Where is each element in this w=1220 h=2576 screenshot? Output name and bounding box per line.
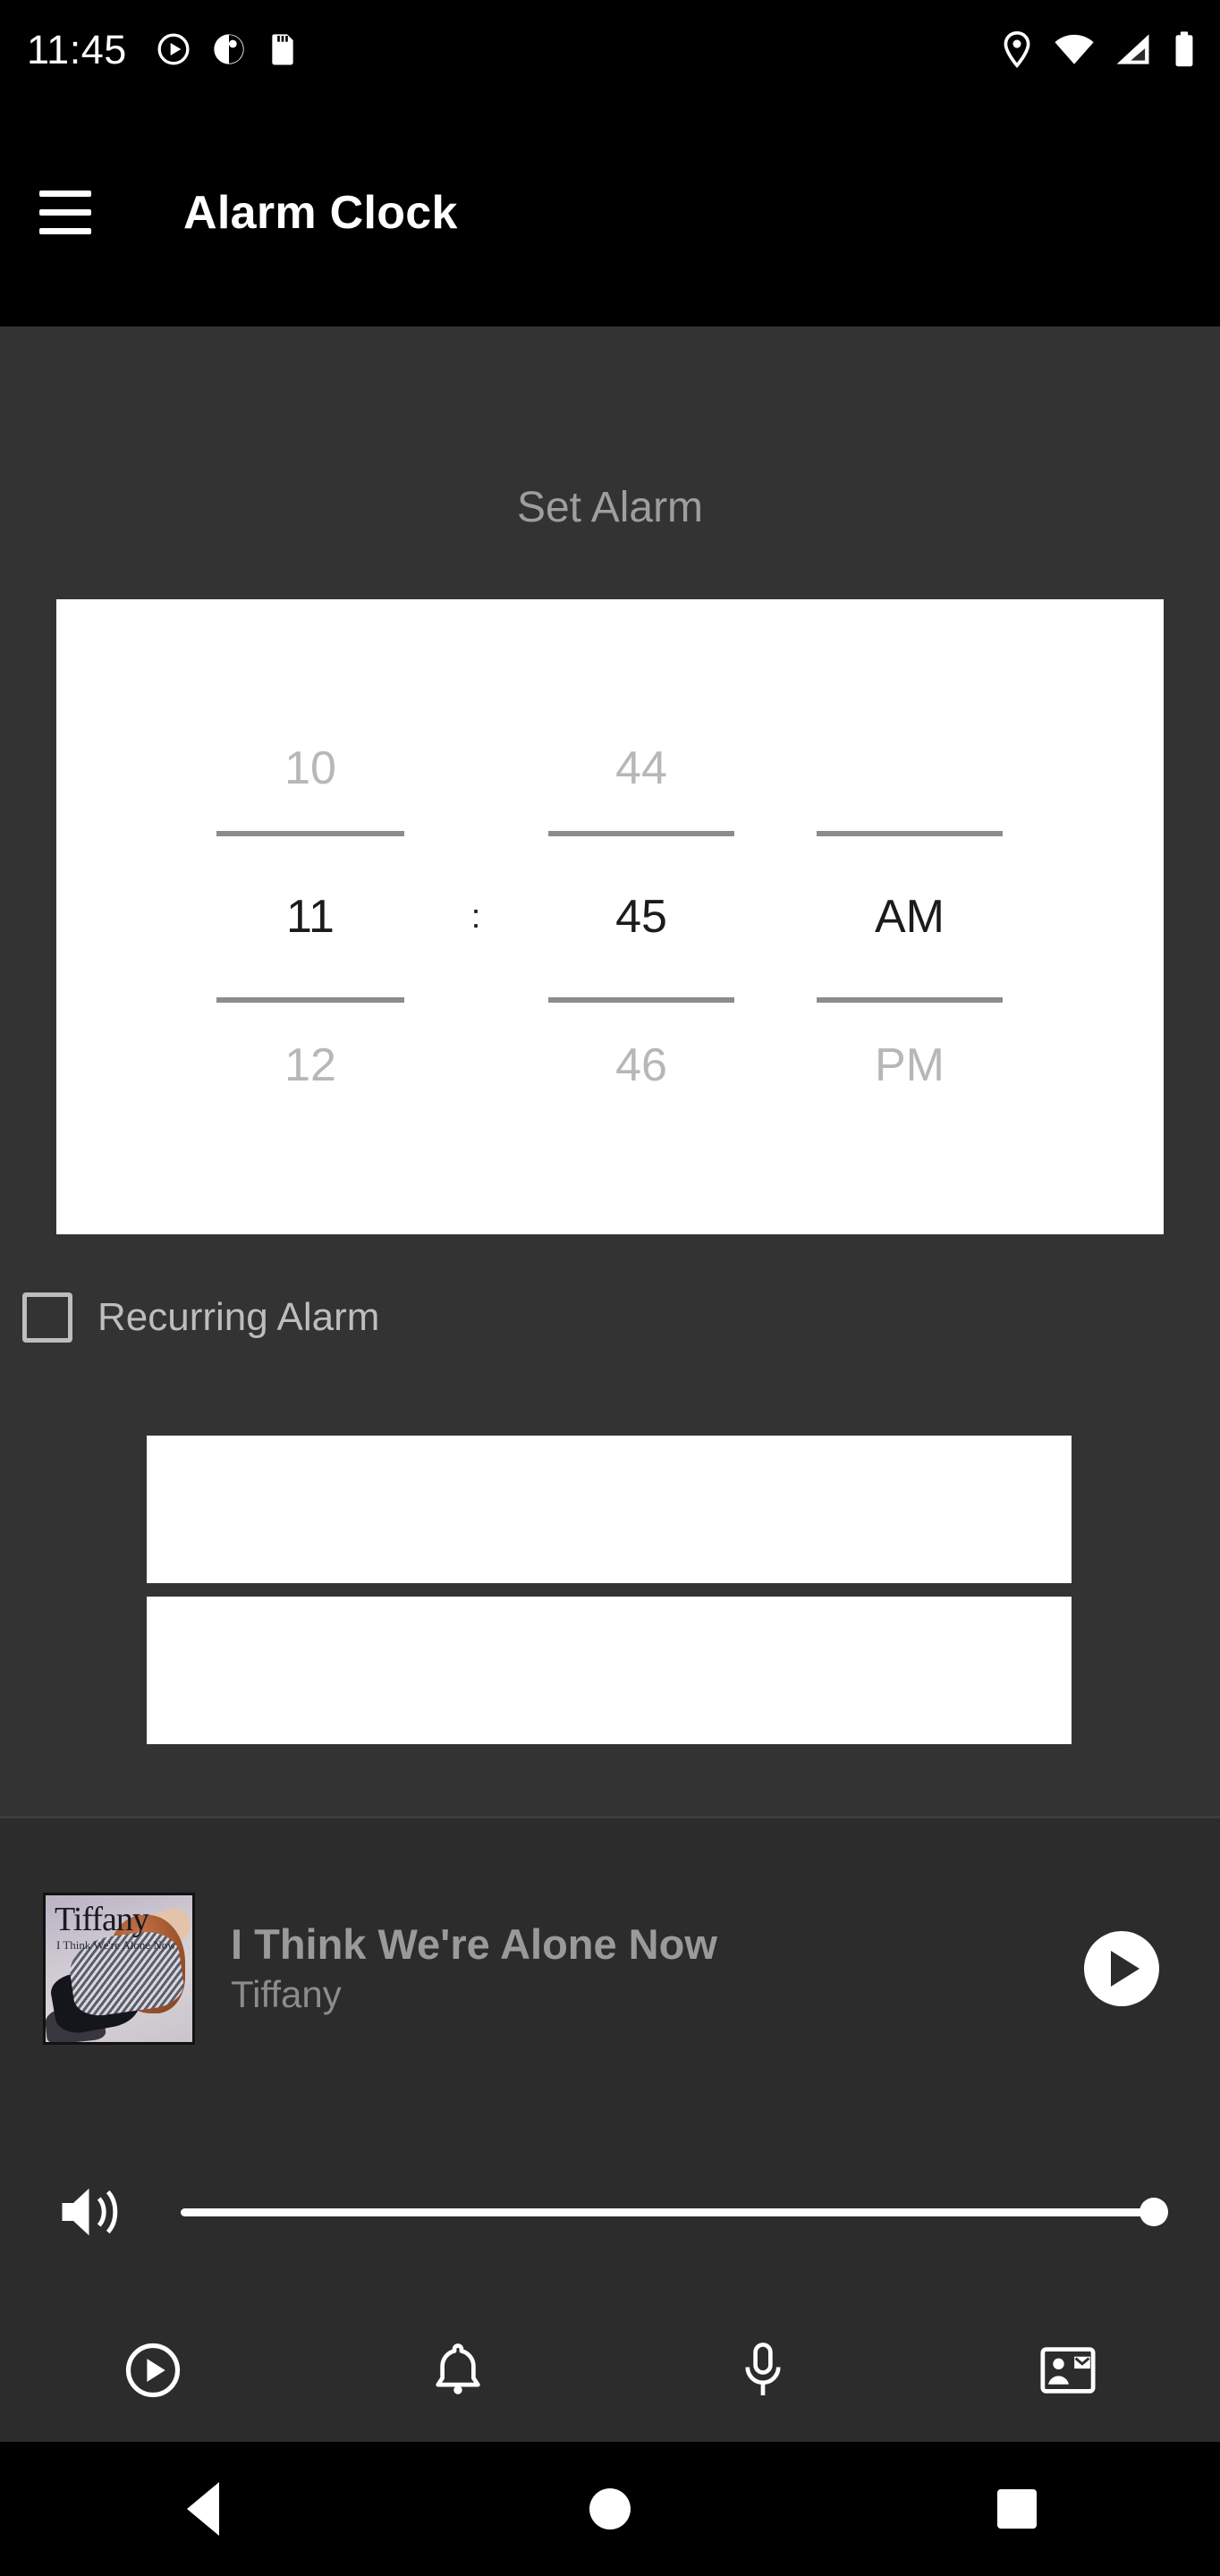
- minute-prev-value[interactable]: 44: [615, 706, 667, 831]
- page-title: Alarm Clock: [183, 186, 458, 239]
- play-circle-outline-icon: [125, 2343, 180, 2398]
- back-triangle-icon: [187, 2482, 220, 2536]
- battery-icon: [1175, 31, 1193, 67]
- status-bar-right-icons: [1000, 30, 1197, 68]
- volume-row[interactable]: [0, 2163, 1220, 2261]
- home-circle-icon: [589, 2488, 631, 2529]
- set-alarm-heading: Set Alarm: [516, 484, 704, 531]
- contact-mail-icon: [1039, 2347, 1096, 2394]
- minute-next-value[interactable]: 46: [615, 1003, 667, 1128]
- play-button[interactable]: [1084, 1930, 1159, 2006]
- sd-card-icon: [272, 34, 293, 65]
- time-separator-column: :: [445, 599, 507, 1234]
- album-art: Tiffany I Think We're Alone Now: [43, 1892, 195, 2045]
- hamburger-bar-2: [39, 209, 91, 216]
- status-bar-left-icons: [156, 31, 299, 67]
- system-navigation-bar: [0, 2442, 1220, 2576]
- album-art-album-text: I Think We're Alone Now: [56, 1937, 176, 1952]
- meridiem-selected-value[interactable]: AM: [875, 836, 945, 997]
- track-artist: Tiffany: [231, 1973, 342, 2016]
- phone-screen: 11: 45 Alarm Clock Set Alarm 10 11 12: 4…: [0, 0, 1220, 2576]
- cellular-signal-icon: [1116, 34, 1149, 64]
- minute-selected-value[interactable]: 45: [615, 836, 667, 997]
- minute-picker-column[interactable]: 44 45 46: [507, 599, 775, 1234]
- volume-slider[interactable]: [181, 2198, 1168, 2226]
- bottom-navigation-bar: [0, 2299, 1220, 2442]
- alarm-panel: Set Alarm 10 11 12 : 44 45 46 AM PM Recu…: [0, 326, 1220, 1871]
- recurring-alarm-checkbox[interactable]: [22, 1292, 72, 1343]
- status-bar: 11:45: [0, 0, 1220, 98]
- meridiem-picker-column[interactable]: AM PM: [775, 599, 1044, 1234]
- recurring-alarm-row[interactable]: Recurring Alarm: [22, 1292, 379, 1343]
- hamburger-bar-1: [39, 191, 91, 197]
- location-pin-icon: [1004, 30, 1030, 68]
- hour-next-value[interactable]: 12: [284, 1003, 336, 1128]
- bell-icon: [435, 2343, 480, 2394]
- track-title: I Think We're Alone Now: [231, 1919, 717, 1968]
- system-home-button[interactable]: [407, 2488, 814, 2529]
- nav-item-alarm[interactable]: [305, 2343, 610, 2398]
- time-picker-card[interactable]: 10 11 12 : 44 45 46 AM PM: [56, 599, 1164, 1234]
- microphone-icon: [744, 2343, 781, 2396]
- status-bar-clock: 11:45: [27, 26, 127, 72]
- hour-prev-value[interactable]: 10: [284, 706, 336, 831]
- app-bar: Alarm Clock: [0, 98, 1220, 326]
- alarm-field-2[interactable]: [147, 1597, 1072, 1744]
- volume-up-icon[interactable]: [55, 2181, 127, 2243]
- nav-item-voice[interactable]: [610, 2342, 915, 2399]
- system-recents-button[interactable]: [813, 2489, 1220, 2529]
- nav-item-contacts[interactable]: [915, 2344, 1220, 2396]
- hour-picker-column[interactable]: 10 11 12: [176, 599, 445, 1234]
- album-art-artist-text: Tiffany: [55, 1900, 149, 1938]
- play-circle-icon: [157, 33, 190, 65]
- system-back-button[interactable]: [0, 2482, 407, 2536]
- hamburger-menu-icon[interactable]: [39, 191, 91, 234]
- contrast-icon: [214, 34, 244, 64]
- wifi-icon: [1055, 34, 1094, 64]
- play-icon: [1111, 1950, 1140, 1987]
- meridiem-next-value[interactable]: PM: [875, 1003, 945, 1128]
- recurring-alarm-label: Recurring Alarm: [97, 1295, 380, 1339]
- hour-selected-value[interactable]: 11: [286, 836, 335, 997]
- volume-slider-thumb[interactable]: [1140, 2198, 1168, 2226]
- sheet-divider: [0, 1816, 1220, 1818]
- hamburger-bar-3: [39, 228, 91, 234]
- alarm-field-1[interactable]: [147, 1436, 1072, 1583]
- now-playing-row[interactable]: Tiffany I Think We're Alone Now I Think …: [0, 1890, 1220, 2046]
- recents-square-icon: [996, 2489, 1037, 2529]
- nav-item-player[interactable]: [0, 2341, 305, 2400]
- time-separator: :: [470, 897, 481, 936]
- time-picker-columns: 10 11 12 : 44 45 46 AM PM: [56, 599, 1164, 1234]
- track-metadata: I Think We're Alone Now Tiffany: [231, 1919, 717, 2018]
